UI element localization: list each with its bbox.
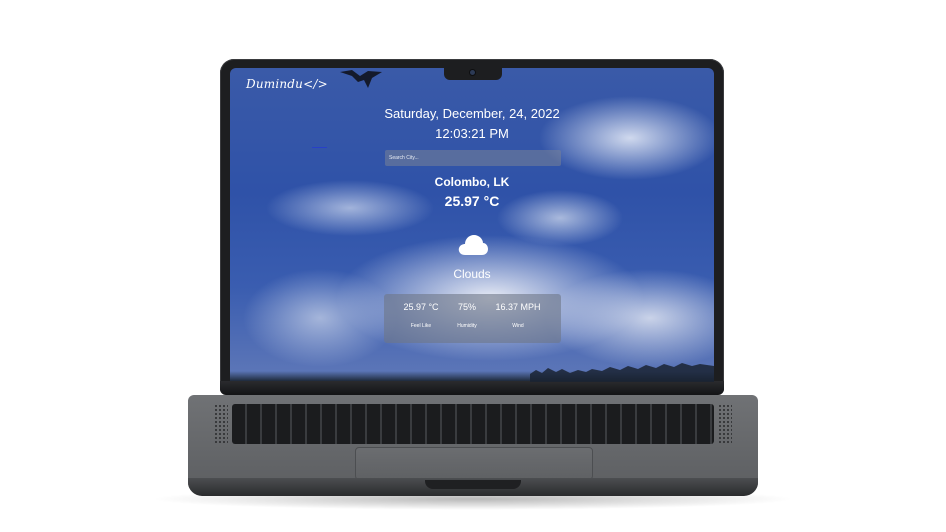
focus-indicator (312, 147, 327, 148)
right-speaker-grille (718, 404, 732, 444)
left-speaker-grille (214, 404, 228, 444)
current-temperature: 25.97 °C (444, 193, 500, 209)
search-city-input[interactable] (385, 150, 561, 166)
lid-hinge (220, 381, 724, 395)
humidity-label: Humidity (457, 323, 477, 329)
humidity-value: 75% (457, 302, 476, 312)
current-date: Saturday, December, 24, 2022 (384, 106, 560, 121)
bird-silhouette (340, 70, 382, 88)
location-name: Colombo, LK (434, 175, 510, 189)
current-time: 12:03:21 PM (435, 126, 509, 141)
laptop-mockup: Dumindu</> Saturday, December, 24, 2022 … (0, 0, 946, 532)
humidity-detail: 75% Humidity (448, 294, 486, 343)
keyboard (232, 404, 714, 444)
weather-condition: Clouds (453, 267, 491, 281)
wind-detail: 16.37 MPH Wind (488, 294, 548, 343)
cloud-icon (458, 235, 488, 255)
webcam (470, 70, 475, 75)
base-opening-notch (425, 480, 521, 489)
brand-logo[interactable]: Dumindu</> (246, 77, 328, 91)
treeline (530, 363, 714, 382)
trackpad (355, 447, 593, 480)
wind-label: Wind (512, 323, 524, 329)
feels-like-label: Feel Like (410, 323, 432, 329)
feels-like-value: 25.97 °C (403, 302, 439, 312)
weather-details-panel: 25.97 °C Feel Like 75% Humidity 16.37 MP… (384, 294, 561, 343)
wind-value: 16.37 MPH (495, 302, 541, 312)
feels-like-detail: 25.97 °C Feel Like (394, 294, 448, 343)
